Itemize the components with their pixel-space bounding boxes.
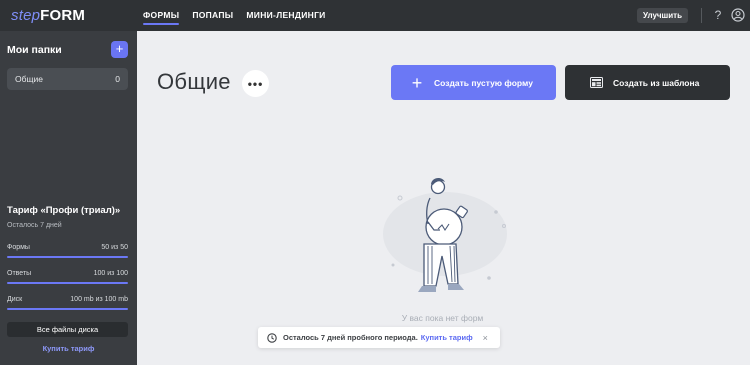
trial-notice-buy-link[interactable]: Купить тариф [421, 333, 473, 342]
usage-value: 50 из 50 [101, 244, 128, 251]
page-title: Общие [157, 69, 231, 94]
tab-popups[interactable]: ПОПАПЫ [192, 0, 233, 31]
top-bar: stepFORM ФОРМЫ ПОПАПЫ МИНИ-ЛЕНДИНГИ Улуч… [0, 0, 750, 31]
usage-responses: Ответы 100 из 100 [7, 270, 128, 284]
usage-label: Формы [7, 244, 30, 251]
usage-label: Ответы [7, 270, 32, 277]
usage-value: 100 из 100 [93, 270, 128, 277]
usage-bar-fill [7, 308, 128, 310]
create-blank-form-button[interactable]: + Создать пустую форму [391, 65, 556, 100]
user-icon[interactable] [731, 8, 745, 22]
logo-part-2: FORM [40, 7, 86, 24]
tab-mini-landings[interactable]: МИНИ-ЛЕНДИНГИ [246, 0, 325, 31]
usage-bar-fill [7, 282, 128, 284]
plan-remaining: Осталось 7 дней [7, 222, 62, 229]
usage-bar-fill [7, 256, 128, 258]
sidebar: Мои папки + Общие 0 Тариф «Профи (триал)… [0, 31, 137, 365]
empty-state-illustration [383, 178, 507, 292]
upgrade-button[interactable]: Улучшить [637, 8, 688, 23]
logo[interactable]: stepFORM [11, 7, 85, 24]
usage-bar [7, 256, 128, 258]
trial-notice-message: Осталось 7 дней пробного периода. [283, 333, 418, 342]
usage-disk: Диск 100 mb из 100 mb [7, 296, 128, 310]
folder-name: Общие [15, 74, 43, 84]
plan-title: Тариф «Профи (триал)» [7, 205, 121, 216]
logo-part-1: step [11, 7, 41, 24]
create-from-template-label: Создать из шаблона [613, 77, 700, 88]
add-folder-button[interactable]: + [111, 41, 128, 58]
tab-forms[interactable]: ФОРМЫ [143, 0, 180, 31]
create-blank-form-label: Создать пустую форму [434, 77, 533, 88]
usage-bar [7, 308, 128, 310]
usage-forms: Формы 50 из 50 [7, 244, 128, 258]
disk-files-button[interactable]: Все файлы диска [7, 322, 128, 337]
folder-item[interactable]: Общие 0 [7, 68, 128, 90]
create-from-template-button[interactable]: Создать из шаблона [565, 65, 730, 100]
clock-icon [267, 332, 277, 343]
help-icon[interactable]: ? [712, 8, 724, 23]
close-icon[interactable]: × [483, 333, 488, 343]
template-icon [590, 77, 603, 88]
usage-value: 100 mb из 100 mb [70, 296, 128, 303]
usage-bar [7, 282, 128, 284]
folder-count: 0 [115, 74, 120, 84]
more-icon[interactable]: ••• [242, 70, 269, 97]
main-nav: ФОРМЫ ПОПАПЫ МИНИ-ЛЕНДИНГИ [143, 0, 339, 31]
usage-label: Диск [7, 296, 23, 303]
trial-notice: Осталось 7 дней пробного периода. Купить… [258, 327, 500, 348]
empty-state-text: У вас пока нет форм [401, 313, 484, 323]
sidebar-title: Мои папки [7, 44, 62, 56]
plus-icon: + [411, 72, 423, 93]
topbar-divider [701, 8, 702, 23]
buy-plan-link[interactable]: Купить тариф [0, 344, 137, 353]
